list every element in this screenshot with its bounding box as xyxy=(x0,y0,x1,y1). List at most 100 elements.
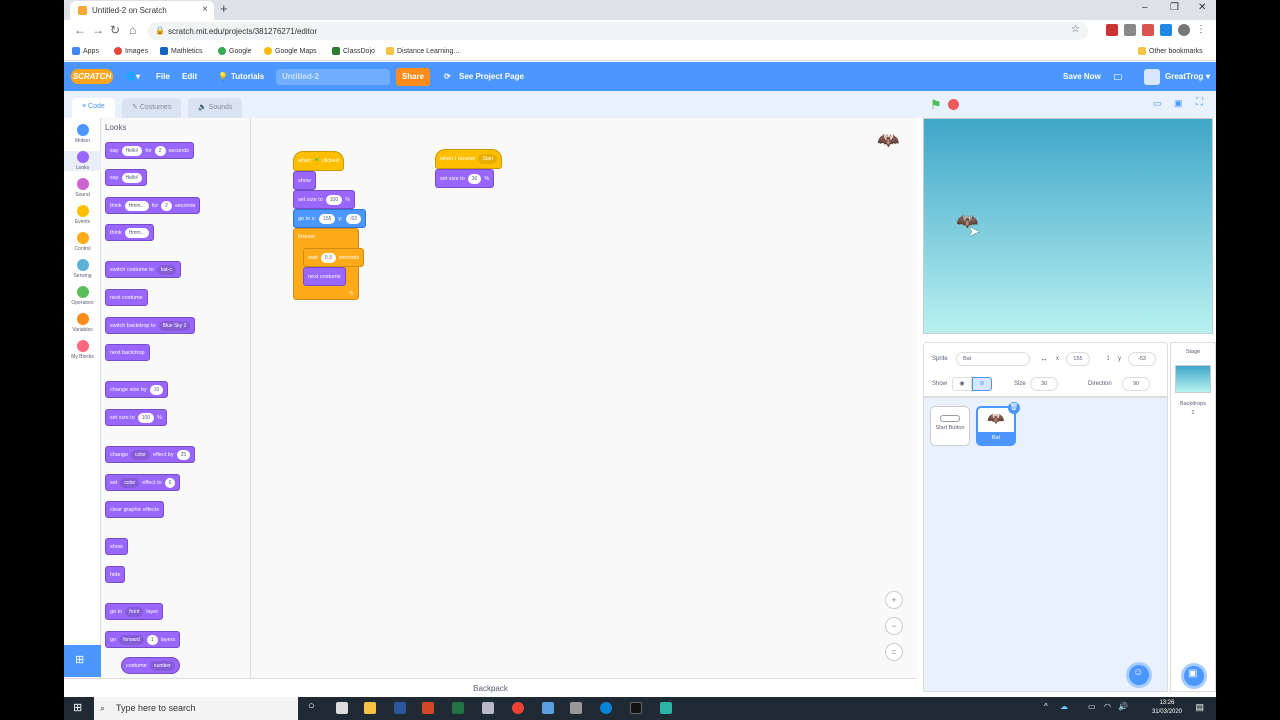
block-set-size[interactable]: set size to 100% xyxy=(293,190,355,209)
edge-icon[interactable] xyxy=(600,702,612,714)
profile-avatar[interactable] xyxy=(1178,24,1190,36)
powerpoint-icon[interactable] xyxy=(422,702,434,714)
x-input[interactable]: 155 xyxy=(1066,352,1090,366)
block-set-effect[interactable]: set color effect to 0 xyxy=(105,474,181,491)
volume-icon[interactable]: 🔊 xyxy=(1118,702,1128,711)
block-show[interactable]: show xyxy=(293,171,316,190)
extension-icon[interactable] xyxy=(1106,24,1118,36)
category-sound[interactable]: Sound xyxy=(64,178,101,198)
word-icon[interactable] xyxy=(394,702,406,714)
block-say[interactable]: say Hello! xyxy=(105,169,148,186)
fullscreen-icon[interactable]: ⛶ xyxy=(1196,97,1203,108)
extension-icon[interactable] xyxy=(1124,24,1136,36)
close-window-icon[interactable]: ✕ xyxy=(1198,2,1206,13)
hide-eye-icon[interactable]: ⊘ xyxy=(972,377,992,391)
back-icon[interactable]: ← xyxy=(74,23,86,37)
block-go-to-xy[interactable]: go to x: 155 y: -53 xyxy=(293,209,366,228)
browser-tab[interactable]: Untitled-2 on Scratch × xyxy=(70,1,214,20)
block-wait[interactable]: wait 0.3 seconds xyxy=(303,248,365,267)
cortana-icon[interactable]: ○ xyxy=(308,700,315,712)
menu-dots-icon[interactable]: ⋮ xyxy=(1196,24,1208,36)
minimize-icon[interactable]: – xyxy=(1142,2,1148,13)
bookmark-classdojo[interactable]: ClassDojo xyxy=(332,47,375,55)
size-input[interactable]: 30 xyxy=(1030,377,1058,391)
category-operators[interactable]: Operators xyxy=(64,286,101,306)
choose-sprite-button[interactable]: ☺ xyxy=(1126,662,1152,688)
block-change-effect[interactable]: change color effect by 25 xyxy=(105,446,196,463)
stage-selector[interactable]: Stage Backdrops 2 ▣ xyxy=(1170,342,1216,692)
block-next-costume[interactable]: next costume xyxy=(303,267,346,286)
bookmark-google[interactable]: Google xyxy=(218,47,252,55)
zoom-in-button[interactable]: + xyxy=(885,591,903,609)
zoom-out-button[interactable]: − xyxy=(885,617,903,635)
tab-code[interactable]: ≡ Code xyxy=(72,98,115,118)
bookmark-star-icon[interactable]: ☆ xyxy=(1071,24,1080,35)
bookmark-apps[interactable]: Apps xyxy=(72,47,99,55)
file-menu[interactable]: File xyxy=(156,72,170,81)
tutorials-button[interactable]: Tutorials xyxy=(231,72,264,81)
category-motion[interactable]: Motion xyxy=(64,124,101,144)
taskbar-search[interactable]: ⌕ Type here to search xyxy=(94,697,298,720)
block-clear-effects[interactable]: clear graphic effects xyxy=(105,501,165,518)
block-hide[interactable]: hide xyxy=(105,566,126,583)
save-now-button[interactable]: Save Now xyxy=(1063,72,1101,81)
category-my-blocks[interactable]: My Blocks xyxy=(64,340,101,360)
green-flag-button[interactable]: ⚑ xyxy=(930,97,942,113)
block-change-size[interactable]: change size by 10 xyxy=(105,381,169,398)
extension-icon[interactable] xyxy=(1142,24,1154,36)
choose-backdrop-button[interactable]: ▣ xyxy=(1181,663,1207,689)
app-icon[interactable] xyxy=(660,702,672,714)
bookmark-mathletics[interactable]: Mathletics xyxy=(160,47,203,55)
block-set-size[interactable]: set size to 100% xyxy=(105,409,167,426)
large-stage-icon[interactable]: ▣ xyxy=(1174,98,1183,109)
y-input[interactable]: -53 xyxy=(1128,352,1156,366)
excel-icon[interactable] xyxy=(452,702,464,714)
show-eye-icon[interactable]: ◉ xyxy=(952,377,972,391)
block-when-i-receive[interactable]: when I receive Start xyxy=(435,149,503,169)
category-control[interactable]: Control xyxy=(64,232,101,252)
block-think[interactable]: think Hmm... xyxy=(105,224,154,241)
new-tab-button[interactable]: + xyxy=(220,1,228,16)
zoom-reset-button[interactable]: = xyxy=(885,643,903,661)
stop-button[interactable] xyxy=(948,99,959,110)
bookmark-distance-learning[interactable]: Distance Learning... xyxy=(386,47,459,55)
block-show[interactable]: show xyxy=(105,538,128,555)
sprite-thumb-start-button[interactable]: Start Button xyxy=(930,406,970,446)
reload-icon[interactable]: ↻ xyxy=(110,23,120,37)
taskbar-clock[interactable]: 13:26 31/03/2020 xyxy=(1152,699,1182,717)
app-icon[interactable] xyxy=(482,702,494,714)
tray-arrow-icon[interactable]: ^ xyxy=(1044,702,1048,711)
username-menu[interactable]: GreatTrog xyxy=(1165,72,1203,81)
file-explorer-icon[interactable] xyxy=(364,702,376,714)
block-when-flag-clicked[interactable]: when ⚑ clicked xyxy=(293,151,344,171)
close-tab-icon[interactable]: × xyxy=(202,4,208,15)
small-stage-icon[interactable]: ▭ xyxy=(1153,98,1162,109)
whiteboard-icon[interactable] xyxy=(542,702,554,714)
block-switch-backdrop[interactable]: switch backdrop to Blue Sky 2 xyxy=(105,317,196,334)
block-next-backdrop[interactable]: next backdrop xyxy=(105,344,150,361)
home-icon[interactable]: ⌂ xyxy=(129,23,136,37)
globe-icon[interactable]: 🌐▾ xyxy=(126,72,140,81)
stage-canvas[interactable]: 🦇 ➤ xyxy=(923,118,1213,334)
chrome-icon[interactable] xyxy=(512,702,524,714)
maximize-icon[interactable]: ❐ xyxy=(1170,2,1179,13)
bookmark-google-maps[interactable]: Google Maps xyxy=(264,47,317,55)
windows-start-icon[interactable]: ⊞ xyxy=(73,701,82,714)
battery-icon[interactable]: ▭ xyxy=(1088,702,1096,711)
block-go-to-layer[interactable]: go to front layer xyxy=(105,603,164,620)
block-go-layers[interactable]: go forward 1 layers xyxy=(105,631,181,648)
extension-icon[interactable] xyxy=(1160,24,1172,36)
address-bar[interactable]: 🔒 scratch.mit.edu/projects/381276271/edi… xyxy=(148,22,1088,40)
my-stuff-folder-icon[interactable]: 🗀 xyxy=(1114,72,1122,86)
terminal-icon[interactable] xyxy=(630,702,642,714)
user-avatar[interactable] xyxy=(1144,69,1160,85)
forward-icon[interactable]: → xyxy=(92,23,104,37)
code-workspace[interactable]: when ⚑ clicked show set size to 100% go to … xyxy=(251,118,917,678)
block-set-size[interactable]: set size to 30% xyxy=(435,169,495,188)
tab-costumes[interactable]: ✎ Costumes xyxy=(122,98,182,118)
task-view-icon[interactable] xyxy=(336,702,348,714)
category-sensing[interactable]: Sensing xyxy=(64,259,101,279)
category-variables[interactable]: Variables xyxy=(64,313,101,333)
bookmark-other[interactable]: Other bookmarks xyxy=(1138,47,1203,55)
backpack[interactable]: Backpack xyxy=(64,678,917,697)
